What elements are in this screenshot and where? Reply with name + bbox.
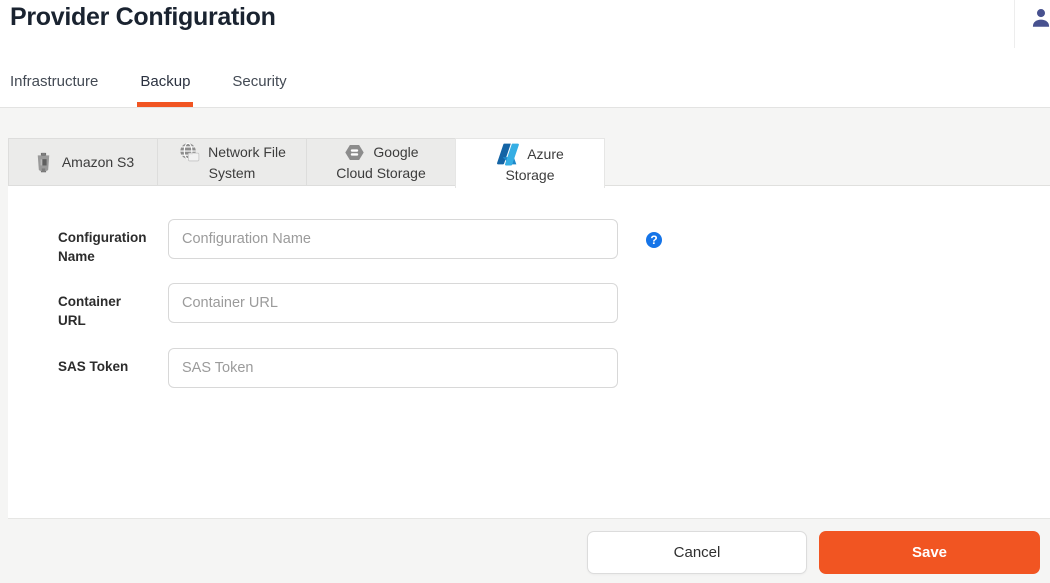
container-url-label: Container URL [58, 292, 144, 330]
nav-tab-infrastructure[interactable]: Infrastructure [10, 64, 98, 108]
provider-tab-network-file-system[interactable]: Network File System [157, 138, 307, 186]
user-icon[interactable] [1030, 7, 1050, 29]
provider-tab-label-line2: Cloud Storage [307, 164, 455, 183]
provider-tab-label-line2: Storage [456, 166, 604, 185]
sas-token-label: SAS Token [58, 357, 144, 376]
container-url-input[interactable] [168, 283, 618, 323]
provider-configuration-page: Provider Configuration Infrastructure Ba… [0, 0, 1050, 583]
provider-tabstrip: Amazon S3 Network File [8, 138, 1050, 186]
page-header: Provider Configuration Infrastructure Ba… [0, 0, 1050, 108]
provider-tab-amazon-s3[interactable]: Amazon S3 [8, 138, 158, 186]
help-icon[interactable]: ? [646, 232, 662, 248]
nav-tab-label: Infrastructure [10, 73, 98, 90]
page-title: Provider Configuration [10, 3, 276, 32]
azure-storage-icon [496, 142, 520, 166]
nav-tab-label: Backup [140, 73, 190, 90]
provider-tab-label-line1: Azure [527, 145, 564, 164]
header-divider [1014, 0, 1015, 48]
nav-tab-label: Security [232, 73, 286, 90]
save-button[interactable]: Save [819, 531, 1040, 574]
sas-token-input[interactable] [168, 348, 618, 388]
network-file-system-icon [178, 141, 201, 164]
provider-tab-label-line1: Amazon S3 [62, 153, 134, 172]
configuration-name-label: Configuration Name [58, 228, 144, 266]
nav-tab-backup[interactable]: Backup [140, 64, 190, 108]
provider-tab-azure-storage[interactable]: Azure Storage [455, 138, 605, 188]
google-cloud-storage-icon [343, 141, 366, 164]
nav-tab-security[interactable]: Security [232, 64, 286, 108]
amazon-s3-icon [32, 151, 55, 174]
provider-tab-label-line1: Network File [208, 143, 286, 162]
footer-action-bar: Cancel Save [0, 518, 1050, 583]
provider-tab-label-line1: Google [373, 143, 418, 162]
cancel-button[interactable]: Cancel [587, 531, 807, 574]
provider-tab-google-cloud-storage[interactable]: Google Cloud Storage [306, 138, 456, 186]
configuration-name-input[interactable] [168, 219, 618, 259]
provider-tab-label-line2: System [158, 164, 306, 183]
top-nav: Infrastructure Backup Security [10, 64, 287, 108]
